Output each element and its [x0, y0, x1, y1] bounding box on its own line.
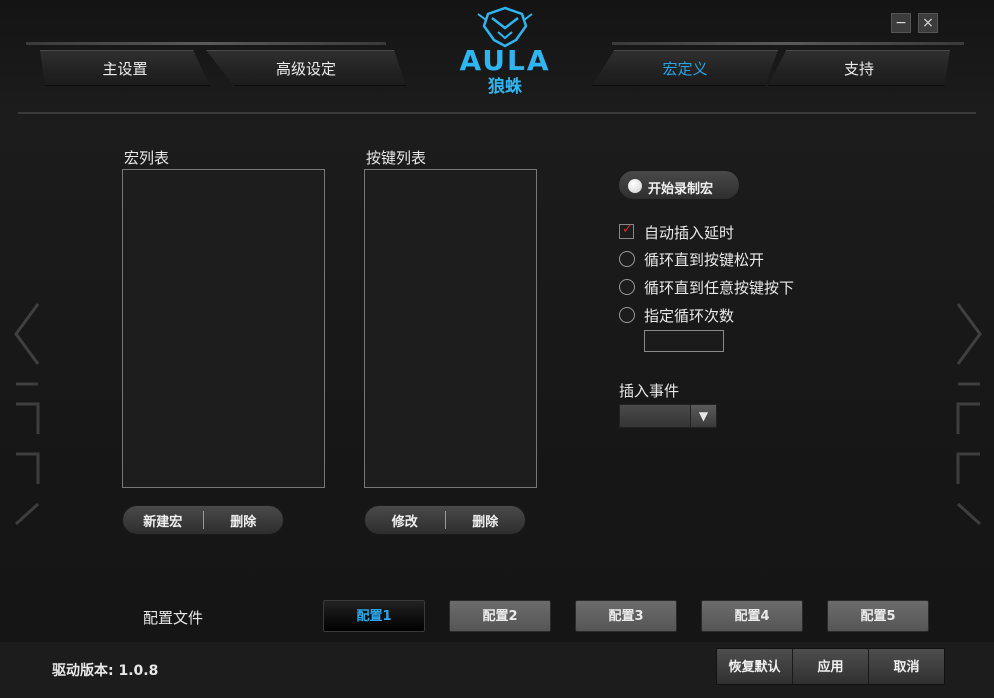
tab-bevel [26, 42, 386, 45]
driver-version: 驱动版本: 1.0.8 [52, 660, 158, 680]
start-recording-label: 开始录制宏 [648, 182, 714, 197]
delete-macro-button[interactable]: 删除 [204, 511, 284, 530]
profile-button-1[interactable]: 配置1 [323, 600, 425, 632]
profile-button-4[interactable]: 配置4 [701, 600, 803, 632]
cancel-button[interactable]: 取消 [869, 649, 944, 684]
macro-list-actions: 新建宏 删除 [122, 505, 284, 535]
tab-main-settings[interactable]: 主设置 [40, 50, 210, 86]
radio-button[interactable] [619, 251, 635, 267]
new-macro-button[interactable]: 新建宏 [123, 511, 203, 530]
record-icon [628, 179, 642, 193]
left-tab-strip: 主设置 高级设定 [26, 38, 426, 96]
loop-count-label: 指定循环次数 [644, 307, 735, 325]
checkmark-icon: ✓ [622, 222, 633, 237]
profile-button-3[interactable]: 配置3 [575, 600, 677, 632]
tab-bevel [612, 42, 964, 45]
start-recording-button[interactable]: 开始录制宏 [618, 170, 740, 200]
minimize-button[interactable]: − [891, 13, 911, 33]
driver-version-value: 1.0.8 [118, 663, 159, 679]
footer-actions: 恢复默认 应用 取消 [716, 648, 945, 685]
restore-defaults-button[interactable]: 恢复默认 [717, 649, 793, 684]
aula-side-emblem-icon [956, 303, 982, 526]
right-tab-strip: 宏定义 支持 [572, 38, 964, 96]
chevron-down-icon[interactable]: ▼ [690, 405, 716, 427]
close-button[interactable]: × [918, 13, 938, 33]
key-list-actions: 修改 删除 [364, 505, 526, 535]
loop-until-any-key-label: 循环直到任意按键按下 [644, 279, 795, 297]
loop-until-release-label: 循环直到按键松开 [644, 251, 765, 269]
header: 主设置 高级设定 AULA 狼蛛 宏定义 支持 − × [0, 0, 994, 112]
macro-list[interactable] [122, 169, 325, 488]
checkbox[interactable]: ✓ [619, 222, 634, 239]
insert-event-select[interactable]: ▼ [619, 404, 717, 428]
aula-logo: AULA 狼蛛 [448, 6, 562, 97]
logo-subtitle: 狼蛛 [488, 77, 522, 97]
auto-insert-delay-label: 自动插入延时 [644, 224, 735, 242]
tab-support[interactable]: 支持 [768, 50, 950, 86]
key-list[interactable] [364, 169, 537, 488]
profiles-label: 配置文件 [143, 609, 204, 627]
app-window: 主设置 高级设定 AULA 狼蛛 宏定义 支持 − × 宏列表 新建宏 删除 按… [0, 0, 994, 698]
radio-button[interactable] [619, 279, 635, 295]
tab-macro-definition[interactable]: 宏定义 [592, 50, 778, 86]
aula-side-emblem-icon [14, 303, 40, 526]
insert-event-label: 插入事件 [619, 382, 680, 400]
tab-advanced-settings[interactable]: 高级设定 [206, 50, 406, 86]
driver-version-label: 驱动版本: [52, 663, 114, 679]
profile-button-2[interactable]: 配置2 [449, 600, 551, 632]
macro-list-title: 宏列表 [124, 149, 170, 167]
edit-key-button[interactable]: 修改 [365, 511, 445, 530]
apply-button[interactable]: 应用 [793, 649, 869, 684]
profile-button-5[interactable]: 配置5 [827, 600, 929, 632]
loop-count-input[interactable] [644, 330, 724, 352]
delete-key-button[interactable]: 删除 [446, 511, 526, 530]
key-list-title: 按键列表 [366, 149, 427, 167]
radio-button[interactable] [619, 307, 635, 323]
